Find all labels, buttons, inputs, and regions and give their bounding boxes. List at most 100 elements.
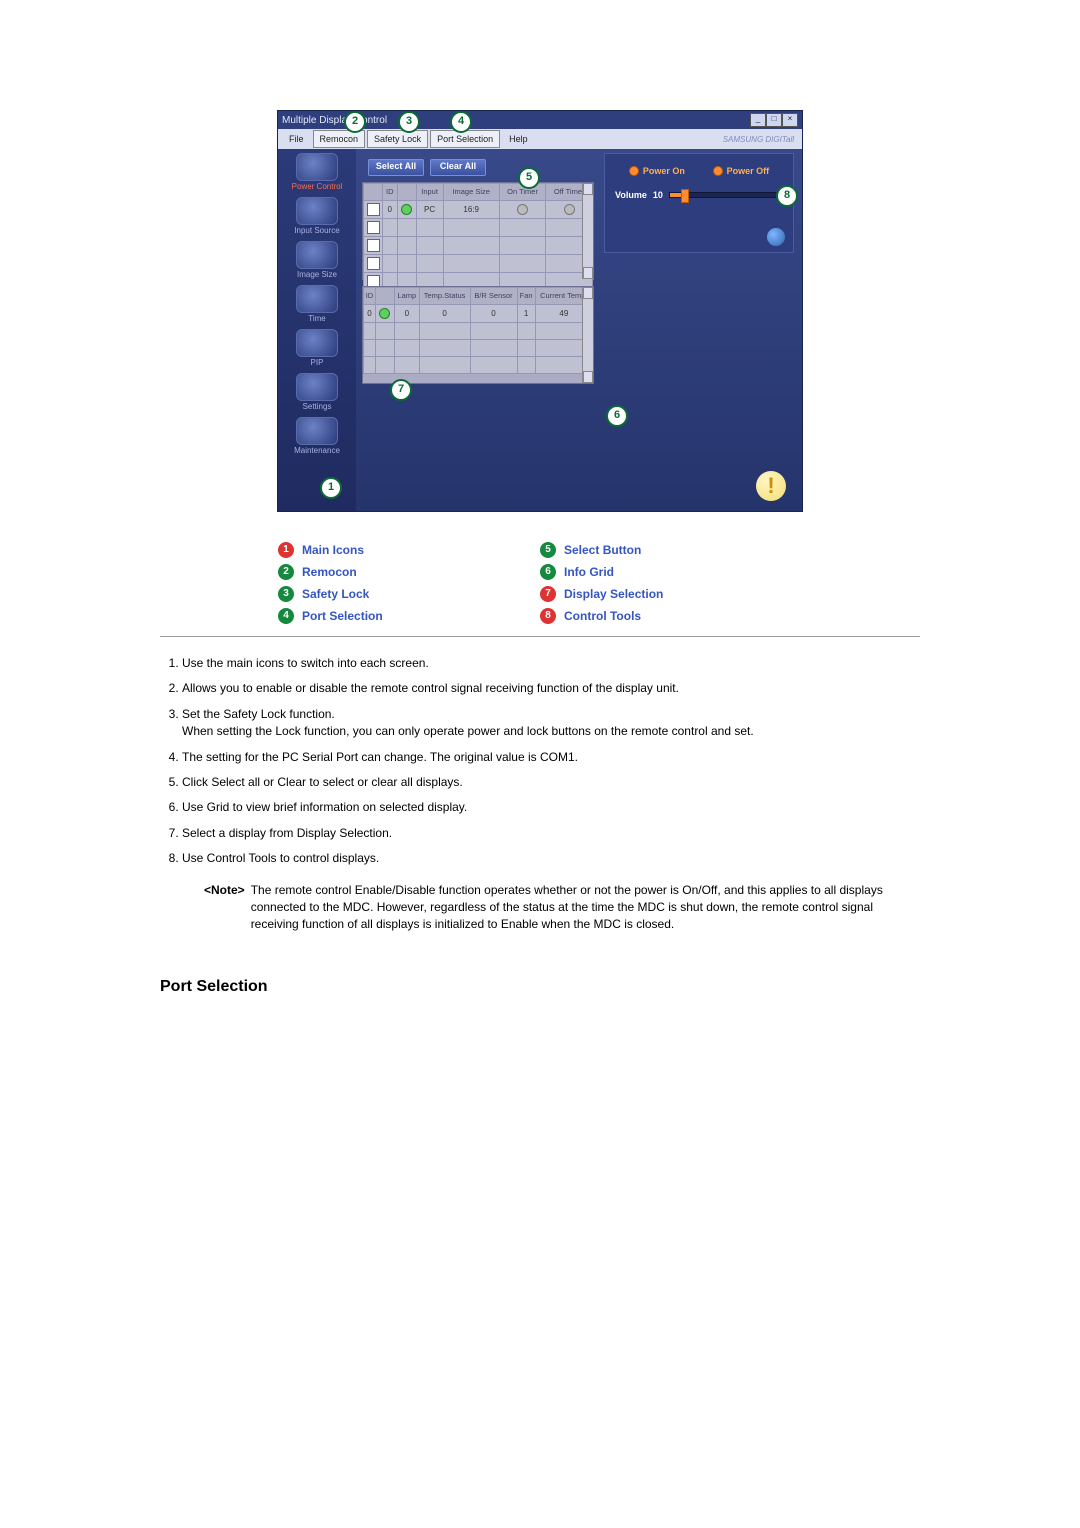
power-control-icon — [296, 153, 338, 181]
mute-icon[interactable] — [767, 228, 785, 246]
power-off-button[interactable]: Power Off — [713, 166, 770, 176]
menu-safety-lock[interactable]: Safety Lock — [367, 130, 428, 148]
menu-port-selection[interactable]: Port Selection — [430, 130, 500, 148]
row-checkbox[interactable] — [367, 239, 380, 252]
brand-text: SAMSUNG DIGITall — [723, 135, 798, 144]
legend-num: 7 — [540, 586, 556, 602]
status-dot-icon — [401, 204, 412, 215]
bullet-icon — [713, 166, 723, 176]
image-size-icon — [296, 241, 338, 269]
legend-label: Safety Lock — [302, 587, 369, 601]
cell-image-size: 16:9 — [443, 201, 499, 219]
sidebar-item-power-control[interactable]: Power Control — [285, 153, 349, 191]
bullet-icon — [629, 166, 639, 176]
control-tools-panel: Power On Power Off Volume 10 — [604, 153, 794, 253]
close-icon[interactable]: × — [782, 113, 798, 127]
table-row[interactable]: 0 0 0 0 1 49 — [364, 305, 593, 323]
divider — [160, 636, 920, 637]
sidebar-item-label: Input Source — [285, 226, 349, 235]
volume-value: 10 — [653, 190, 663, 200]
col-br-sensor: B/R Sensor — [470, 288, 517, 305]
legend-num: 4 — [278, 608, 294, 624]
legend-item: 3 Safety Lock — [278, 586, 540, 602]
sidebar-item-label: Time — [285, 314, 349, 323]
scrollbar[interactable] — [582, 183, 593, 279]
scrollbar[interactable] — [582, 287, 593, 383]
row-checkbox[interactable] — [367, 257, 380, 270]
legend-label: Display Selection — [564, 587, 663, 601]
col-image-size: Image Size — [443, 184, 499, 201]
legend-item: 6 Info Grid — [540, 564, 802, 580]
cell-br-sensor: 0 — [470, 305, 517, 323]
list-item: Allows you to enable or disable the remo… — [182, 680, 920, 697]
menu-help[interactable]: Help — [502, 130, 535, 148]
sidebar-item-maintenance[interactable]: Maintenance — [285, 417, 349, 455]
sidebar-item-pip[interactable]: PIP — [285, 329, 349, 367]
sidebar-item-input-source[interactable]: Input Source — [285, 197, 349, 235]
sidebar-item-label: Maintenance — [285, 446, 349, 455]
sidebar-item-settings[interactable]: Settings — [285, 373, 349, 411]
minimize-icon[interactable]: _ — [750, 113, 766, 127]
callout-8: 8 — [776, 185, 798, 207]
maximize-icon[interactable]: □ — [766, 113, 782, 127]
legend-item: 5 Select Button — [540, 542, 802, 558]
sidebar: Power Control Input Source Image Size Ti… — [278, 149, 356, 511]
legend-item: 4 Port Selection — [278, 608, 540, 624]
display-grid[interactable]: ID Input Image Size On Timer Off Timer 0… — [362, 182, 594, 280]
callout-3: 3 — [398, 111, 420, 133]
list-item: Use the main icons to switch into each s… — [182, 655, 920, 672]
legend-item: 2 Remocon — [278, 564, 540, 580]
sidebar-item-time[interactable]: Time — [285, 285, 349, 323]
cell-lamp: 0 — [394, 305, 419, 323]
sidebar-item-label: Settings — [285, 402, 349, 411]
legend-block: 1 Main Icons 2 Remocon 3 Safety Lock 4 P… — [278, 542, 802, 624]
select-all-button[interactable]: Select All — [368, 159, 424, 176]
table-row[interactable]: 0 PC 16:9 — [364, 201, 593, 219]
col-status — [397, 184, 416, 201]
callout-1: 1 — [320, 477, 342, 499]
legend-label: Main Icons — [302, 543, 364, 557]
settings-icon — [296, 373, 338, 401]
input-source-icon — [296, 197, 338, 225]
off-timer-dot-icon — [564, 204, 575, 215]
callout-5: 5 — [518, 167, 540, 189]
list-item-text: When setting the Lock function, you can … — [182, 724, 754, 738]
note-body: The remote control Enable/Disable functi… — [251, 882, 920, 934]
time-icon — [296, 285, 338, 313]
legend-num: 5 — [540, 542, 556, 558]
list-item: Select a display from Display Selection. — [182, 825, 920, 842]
cell-id: 0 — [383, 201, 398, 219]
power-on-label: Power On — [643, 166, 685, 176]
volume-slider[interactable] — [669, 192, 783, 198]
cell-id: 0 — [364, 305, 376, 323]
col-fan: Fan — [517, 288, 535, 305]
slider-thumb-icon[interactable] — [681, 189, 689, 203]
legend-num: 6 — [540, 564, 556, 580]
col-id2: ID — [364, 288, 376, 305]
clear-all-button[interactable]: Clear All — [430, 159, 486, 176]
callout-4: 4 — [450, 111, 472, 133]
info-grid[interactable]: ID Lamp Temp.Status B/R Sensor Fan Curre… — [362, 286, 594, 384]
legend-label: Port Selection — [302, 609, 383, 623]
list-item: Set the Safety Lock function. When setti… — [182, 706, 920, 741]
row-checkbox[interactable] — [367, 221, 380, 234]
cell-temp-status: 0 — [419, 305, 470, 323]
legend-label: Remocon — [302, 565, 357, 579]
legend-item: 8 Control Tools — [540, 608, 802, 624]
menu-file[interactable]: File — [282, 130, 311, 148]
power-on-button[interactable]: Power On — [629, 166, 685, 176]
mdc-app-screenshot: Multiple Display Control _ □ × File Remo… — [277, 110, 803, 512]
note-label: <Note> — [204, 883, 245, 897]
legend-item: 7 Display Selection — [540, 586, 802, 602]
list-item: The setting for the PC Serial Port can c… — [182, 749, 920, 766]
alert-icon: ! — [756, 471, 786, 501]
list-item: Use Control Tools to control displays. — [182, 850, 920, 867]
status-dot-icon — [379, 308, 390, 319]
on-timer-dot-icon — [517, 204, 528, 215]
row-checkbox[interactable] — [367, 203, 380, 216]
sidebar-item-label: Image Size — [285, 270, 349, 279]
callout-7: 7 — [390, 379, 412, 401]
list-item: Use Grid to view brief information on se… — [182, 799, 920, 816]
sidebar-item-image-size[interactable]: Image Size — [285, 241, 349, 279]
pip-icon — [296, 329, 338, 357]
